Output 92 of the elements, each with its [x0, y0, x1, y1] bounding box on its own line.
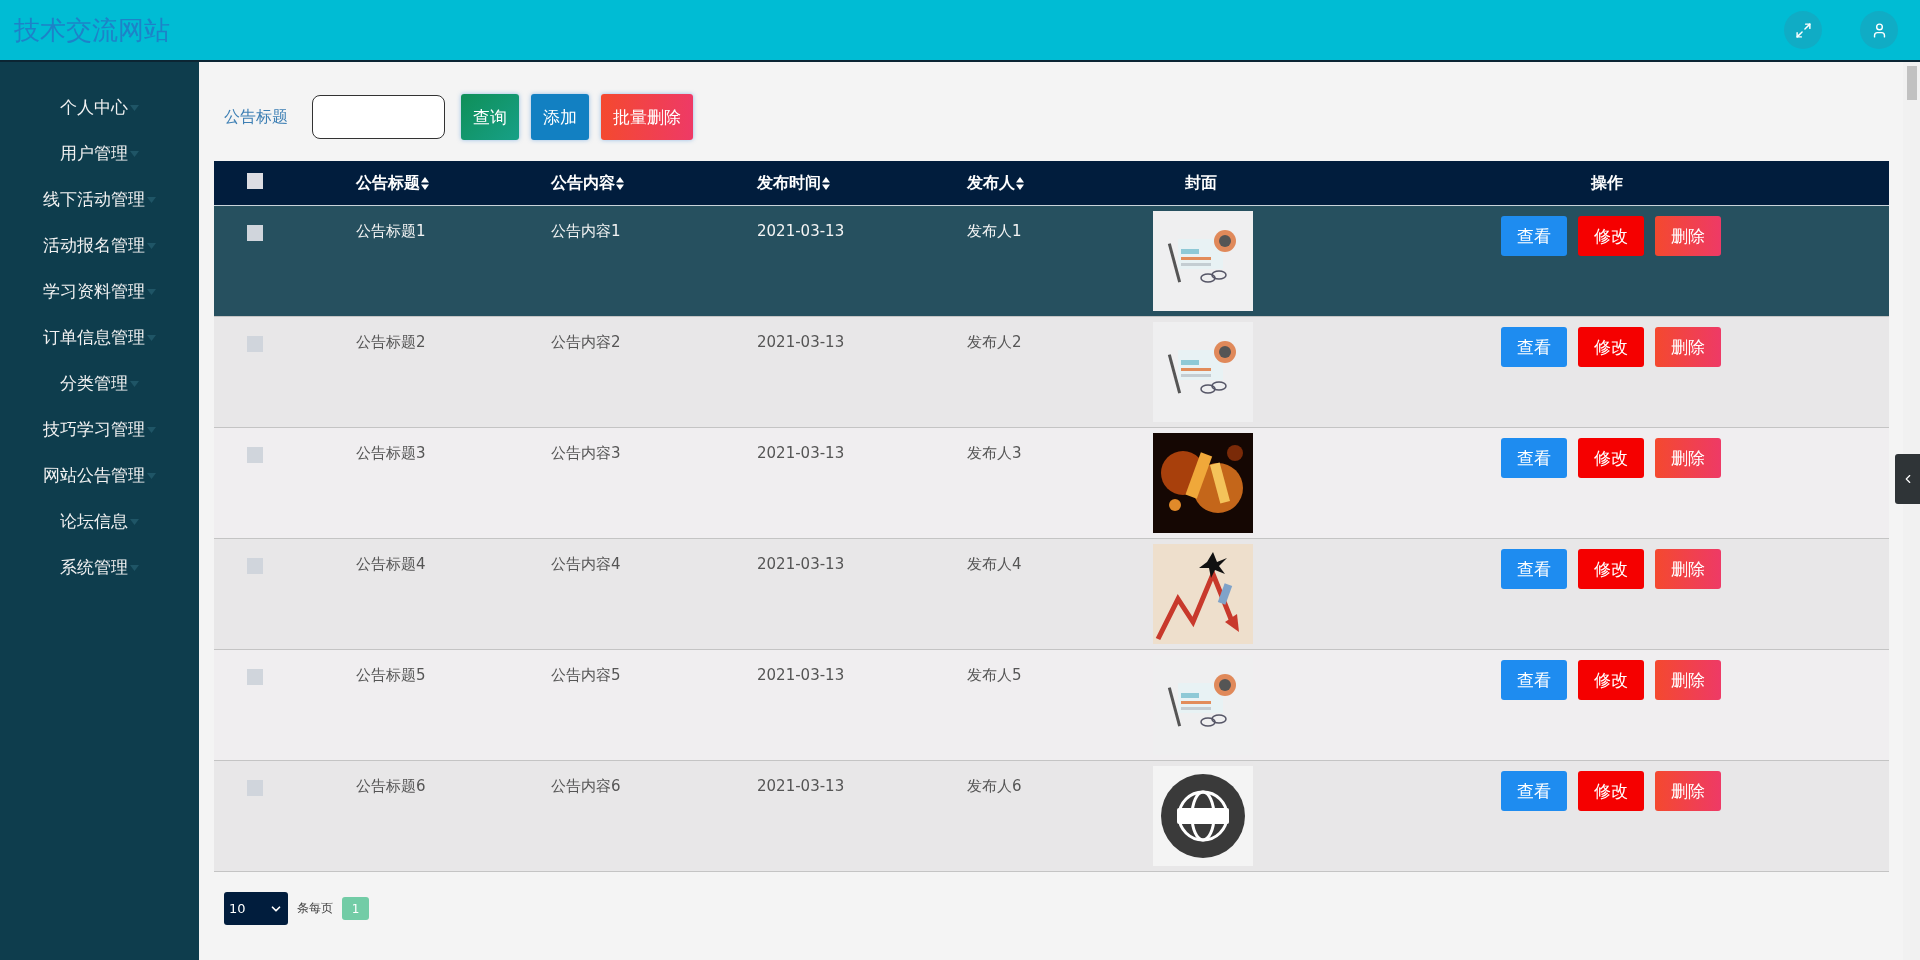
- row-checkbox[interactable]: [247, 336, 263, 352]
- delete-button[interactable]: 删除: [1655, 216, 1721, 256]
- column-header: 封面: [1185, 172, 1217, 194]
- publisher-cell-text: 发布人6: [967, 776, 1023, 796]
- caret-icon: [130, 519, 139, 525]
- sidebar-item[interactable]: 论坛信息: [0, 498, 199, 544]
- row-checkbox[interactable]: [247, 225, 263, 241]
- delete-button[interactable]: 删除: [1655, 660, 1721, 700]
- view-button[interactable]: 查看: [1501, 549, 1567, 589]
- publisher-cell-text: 发布人2: [967, 332, 1023, 352]
- site-title: 技术交流网站: [14, 13, 171, 47]
- content-cell-text: 公告内容3: [551, 443, 622, 463]
- time-cell-text: 2021-03-13: [757, 443, 846, 463]
- title-cell-text: 公告标题6: [356, 776, 427, 796]
- column-header[interactable]: 公告标题: [356, 172, 429, 194]
- caret-icon: [130, 565, 139, 571]
- page-size-select[interactable]: 10: [224, 892, 288, 925]
- sidebar-item[interactable]: 活动报名管理: [0, 222, 199, 268]
- sidebar-item[interactable]: 系统管理: [0, 544, 199, 590]
- view-button[interactable]: 查看: [1501, 660, 1567, 700]
- sidebar-item[interactable]: 分类管理: [0, 360, 199, 406]
- view-button[interactable]: 查看: [1501, 438, 1567, 478]
- sort-icon[interactable]: [1016, 176, 1024, 190]
- caret-icon: [147, 289, 156, 295]
- edit-button[interactable]: 修改: [1578, 438, 1644, 478]
- delete-button[interactable]: 删除: [1655, 549, 1721, 589]
- time-cell-text: 2021-03-13: [757, 554, 846, 574]
- column-header[interactable]: 发布人: [967, 172, 1024, 194]
- sidebar-item[interactable]: 线下活动管理: [0, 176, 199, 222]
- time-cell-text: 2021-03-13: [757, 665, 846, 685]
- edit-button[interactable]: 修改: [1578, 549, 1644, 589]
- caret-icon: [130, 381, 139, 387]
- delete-button[interactable]: 删除: [1655, 438, 1721, 478]
- caret-icon: [147, 243, 156, 249]
- batch-delete-button[interactable]: 批量删除: [601, 94, 693, 140]
- search-label: 公告标题: [224, 106, 288, 128]
- caret-icon: [147, 427, 156, 433]
- view-button[interactable]: 查看: [1501, 327, 1567, 367]
- caret-icon: [147, 197, 156, 203]
- delete-button[interactable]: 删除: [1655, 771, 1721, 811]
- time-cell-text: 2021-03-13: [757, 776, 846, 796]
- caret-icon: [147, 473, 156, 479]
- user-icon[interactable]: [1860, 11, 1898, 49]
- column-header: 操作: [1591, 172, 1623, 194]
- title-cell-text: 公告标题2: [356, 332, 427, 352]
- fullscreen-icon[interactable]: [1784, 11, 1822, 49]
- sidebar-item[interactable]: 技巧学习管理: [0, 406, 199, 452]
- edit-button[interactable]: 修改: [1578, 660, 1644, 700]
- delete-button[interactable]: 删除: [1655, 327, 1721, 367]
- edit-button[interactable]: 修改: [1578, 327, 1644, 367]
- publisher-cell-text: 发布人1: [967, 221, 1023, 241]
- publisher-cell-text: 发布人5: [967, 665, 1023, 685]
- sort-icon[interactable]: [616, 176, 624, 190]
- select-all-checkbox[interactable]: [247, 173, 263, 189]
- sidebar-item[interactable]: 订单信息管理: [0, 314, 199, 360]
- view-button[interactable]: 查看: [1501, 216, 1567, 256]
- publisher-cell-text: 发布人3: [967, 443, 1023, 463]
- view-button[interactable]: 查看: [1501, 771, 1567, 811]
- row-checkbox[interactable]: [247, 447, 263, 463]
- sidebar-item[interactable]: 用户管理: [0, 130, 199, 176]
- column-header[interactable]: 发布时间: [757, 172, 830, 194]
- row-checkbox[interactable]: [247, 558, 263, 574]
- title-cell-text: 公告标题3: [356, 443, 427, 463]
- content-cell-text: 公告内容4: [551, 554, 622, 574]
- time-cell-text: 2021-03-13: [757, 332, 846, 352]
- edit-button[interactable]: 修改: [1578, 771, 1644, 811]
- collapse-tab[interactable]: [1895, 454, 1920, 504]
- time-cell-text: 2021-03-13: [757, 221, 846, 241]
- row-checkbox[interactable]: [247, 780, 263, 796]
- content-cell-text: 公告内容1: [551, 221, 622, 241]
- title-cell-text: 公告标题1: [356, 221, 427, 241]
- sort-icon[interactable]: [822, 176, 830, 190]
- search-field[interactable]: [312, 95, 445, 139]
- caret-icon: [130, 151, 139, 157]
- caret-icon: [130, 105, 139, 111]
- content-cell-text: 公告内容2: [551, 332, 622, 352]
- add-button[interactable]: 添加: [531, 94, 589, 140]
- per-page-label: 条每页: [297, 900, 333, 917]
- edit-button[interactable]: 修改: [1578, 216, 1644, 256]
- caret-icon: [147, 335, 156, 341]
- column-header[interactable]: 公告内容: [551, 172, 624, 194]
- content-cell-text: 公告内容6: [551, 776, 622, 796]
- row-checkbox[interactable]: [247, 669, 263, 685]
- publisher-cell-text: 发布人4: [967, 554, 1023, 574]
- sort-icon[interactable]: [421, 176, 429, 190]
- title-cell-text: 公告标题4: [356, 554, 427, 574]
- sidebar-item[interactable]: 网站公告管理: [0, 452, 199, 498]
- sidebar-item[interactable]: 学习资料管理: [0, 268, 199, 314]
- sidebar-item[interactable]: 个人中心: [0, 84, 199, 130]
- search-button[interactable]: 查询: [461, 94, 519, 140]
- title-cell-text: 公告标题5: [356, 665, 427, 685]
- content-cell-text: 公告内容5: [551, 665, 622, 685]
